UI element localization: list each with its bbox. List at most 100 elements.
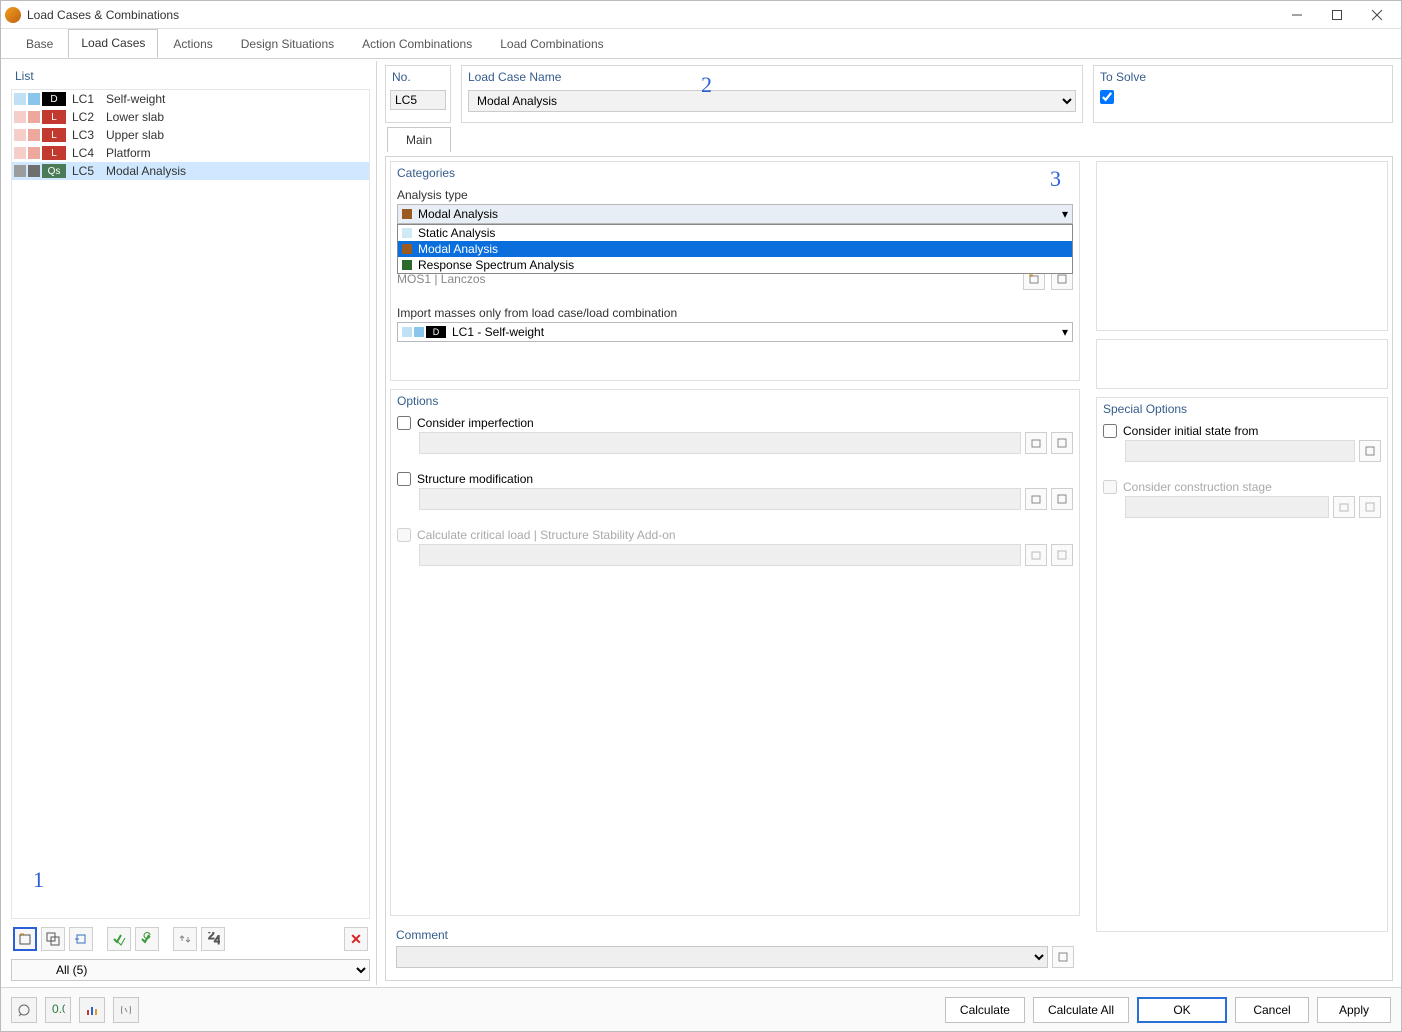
option-static-analysis[interactable]: Static Analysis xyxy=(398,225,1072,241)
modal-color-icon xyxy=(402,244,412,254)
main-tabs: Base Load Cases Actions Design Situation… xyxy=(1,29,1401,59)
structure-checkbox[interactable] xyxy=(397,472,411,486)
name-select[interactable]: Modal Analysis xyxy=(468,90,1076,112)
tab-action-combinations[interactable]: Action Combinations xyxy=(349,30,485,58)
swatch-icon xyxy=(28,165,40,177)
copy-button[interactable] xyxy=(41,927,65,951)
tab-base[interactable]: Base xyxy=(13,30,66,58)
construction-stage-checkbox xyxy=(1103,480,1117,494)
option-response-spectrum[interactable]: Response Spectrum Analysis xyxy=(398,257,1072,273)
list-item[interactable]: L LC4Platform xyxy=(12,144,369,162)
calculate-all-button[interactable]: Calculate All xyxy=(1033,997,1129,1023)
left-panel: List DLC1Self-weightLLC2Lower slabLLC3Up… xyxy=(1,61,377,985)
comment-title: Comment xyxy=(396,928,1074,946)
imperfection-label: Consider imperfection xyxy=(417,416,534,430)
construction-new-button xyxy=(1333,496,1355,518)
modal-color-icon xyxy=(402,209,412,219)
lc-code: LC4 xyxy=(72,146,106,160)
subtab-main[interactable]: Main xyxy=(387,127,451,152)
apply-button[interactable]: Apply xyxy=(1317,997,1391,1023)
app-icon xyxy=(5,7,21,23)
lc-code: LC1 xyxy=(72,92,106,106)
tab-load-combinations[interactable]: Load Combinations xyxy=(487,30,616,58)
minimize-button[interactable] xyxy=(1277,2,1317,28)
lc-name: Modal Analysis xyxy=(106,164,186,178)
initial-state-checkbox[interactable] xyxy=(1103,424,1117,438)
annotation-2: 2 xyxy=(701,72,712,98)
annotation-3: 3 xyxy=(1050,166,1061,192)
lc1-swatch-b-icon xyxy=(414,327,424,337)
list-item[interactable]: LLC3Upper slab xyxy=(12,126,369,144)
structure-input[interactable] xyxy=(419,488,1021,510)
window-title: Load Cases & Combinations xyxy=(27,8,1277,22)
script-button[interactable] xyxy=(113,997,139,1023)
solve-label: To Solve xyxy=(1094,66,1392,86)
lc-name: Lower slab xyxy=(106,110,164,124)
analysis-type-dropdown[interactable]: Modal Analysis ▾ Static Analysis Modal A… xyxy=(397,204,1073,224)
special-options-title: Special Options xyxy=(1103,402,1381,420)
category-badge: L xyxy=(42,146,66,160)
load-case-list[interactable]: DLC1Self-weightLLC2Lower slabLLC3Upper s… xyxy=(11,89,370,919)
units-button[interactable]: 0.00 xyxy=(45,997,71,1023)
tab-design-situations[interactable]: Design Situations xyxy=(228,30,347,58)
svg-text:0.00: 0.00 xyxy=(52,1003,65,1016)
swatch-icon xyxy=(28,93,40,105)
list-item[interactable]: LLC2Lower slab xyxy=(12,108,369,126)
imperfection-checkbox[interactable] xyxy=(397,416,411,430)
delete-button[interactable]: ✕ xyxy=(344,927,368,951)
filter-select[interactable]: All (5) xyxy=(11,959,370,981)
imperfection-input[interactable] xyxy=(419,432,1021,454)
option-modal-analysis[interactable]: Modal Analysis xyxy=(398,241,1072,257)
tab-load-cases[interactable]: Load Cases xyxy=(68,29,158,58)
solve-checkbox[interactable] xyxy=(1100,90,1114,104)
no-input[interactable] xyxy=(390,90,446,110)
initial-state-label: Consider initial state from xyxy=(1123,424,1258,438)
reorder-up-button[interactable] xyxy=(173,927,197,951)
import-masses-label: Import masses only from load case/load c… xyxy=(397,302,1073,322)
calculate-button[interactable]: Calculate xyxy=(945,997,1025,1023)
construction-stage-label: Consider construction stage xyxy=(1123,480,1272,494)
comment-edit-button[interactable] xyxy=(1052,946,1074,968)
category-badge: L xyxy=(42,110,66,124)
initial-state-edit-button[interactable] xyxy=(1359,440,1381,462)
bottom-bar: 0.00 Calculate Calculate All OK Cancel A… xyxy=(1,987,1401,1031)
settings-line: MOS1 | Lanczos xyxy=(397,272,486,286)
comment-select[interactable] xyxy=(396,946,1048,968)
swatch-icon xyxy=(14,111,26,123)
structure-new-button[interactable] xyxy=(1025,488,1047,510)
tab-actions[interactable]: Actions xyxy=(160,30,225,58)
list-item[interactable]: DLC1Self-weight xyxy=(12,90,369,108)
maximize-button[interactable] xyxy=(1317,2,1357,28)
cancel-button[interactable]: Cancel xyxy=(1235,997,1309,1023)
critical-input xyxy=(419,544,1021,566)
close-button[interactable] xyxy=(1357,2,1397,28)
critical-new-button xyxy=(1025,544,1047,566)
swatch-icon xyxy=(14,129,26,141)
imperfection-new-button[interactable] xyxy=(1025,432,1047,454)
no-label: No. xyxy=(386,66,450,86)
chevron-down-icon: ▾ xyxy=(1062,325,1068,339)
lc-name: Platform xyxy=(106,146,151,160)
structure-edit-button[interactable] xyxy=(1051,488,1073,510)
graph-button[interactable] xyxy=(79,997,105,1023)
ok-button[interactable]: OK xyxy=(1137,997,1227,1023)
lc-name: Self-weight xyxy=(106,92,165,106)
d-badge-icon: D xyxy=(426,326,446,338)
list-item[interactable]: QsLC5Modal Analysis xyxy=(12,162,369,180)
initial-state-input[interactable] xyxy=(1125,440,1355,462)
critical-label: Calculate critical load | Structure Stab… xyxy=(417,528,676,542)
import-button[interactable] xyxy=(69,927,93,951)
check-all-button[interactable] xyxy=(107,927,131,951)
uncheck-all-button[interactable] xyxy=(135,927,159,951)
new-button[interactable] xyxy=(13,927,37,951)
swatch-icon xyxy=(28,111,40,123)
rsa-color-icon xyxy=(402,260,412,270)
import-masses-select[interactable]: D LC1 - Self-weight ▾ xyxy=(397,322,1073,342)
lc-name: Upper slab xyxy=(106,128,164,142)
lc1-swatch-a-icon xyxy=(402,327,412,337)
imperfection-edit-button[interactable] xyxy=(1051,432,1073,454)
critical-edit-button xyxy=(1051,544,1073,566)
renumber-button[interactable]: 24 xyxy=(201,927,225,951)
no-field: No. xyxy=(385,65,451,123)
help-button[interactable] xyxy=(11,997,37,1023)
